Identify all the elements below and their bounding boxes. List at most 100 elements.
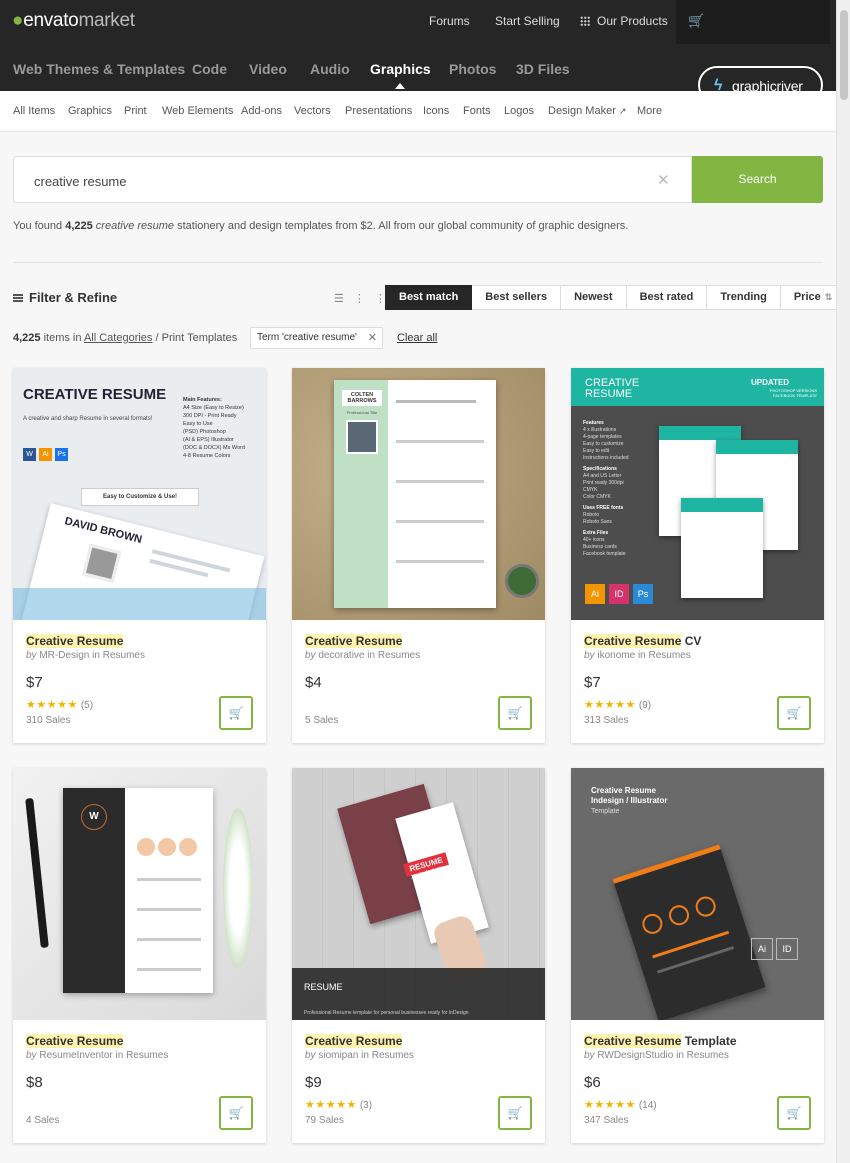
resume-page: [681, 498, 763, 598]
sales-count: 313 Sales: [584, 715, 629, 726]
item-title[interactable]: Creative Resume: [26, 634, 124, 648]
subnav-logos[interactable]: Logos: [504, 105, 534, 117]
item-card[interactable]: CREATIVE RESUME UPDATED PHOTOSHOP VERSIO…: [571, 368, 824, 743]
sort-newest[interactable]: Newest: [561, 285, 627, 310]
author-link[interactable]: decorative: [318, 650, 364, 661]
filter-refine-toggle[interactable]: Filter & Refine: [13, 290, 117, 305]
skill-circles: [137, 838, 197, 856]
all-categories-link[interactable]: All Categories: [84, 332, 152, 344]
thumb-name: DAVID BROWN: [63, 515, 144, 547]
item-title[interactable]: Creative Resume: [305, 634, 403, 648]
subnav-icons[interactable]: Icons: [423, 105, 449, 117]
sort-best-rated[interactable]: Best rated: [626, 285, 708, 310]
add-to-cart-button[interactable]: 🛒: [498, 1096, 532, 1130]
subnav-fonts[interactable]: Fonts: [463, 105, 491, 117]
item-thumbnail[interactable]: CREATIVE RESUME UPDATED PHOTOSHOP VERSIO…: [571, 368, 824, 620]
item-title[interactable]: Creative Resume CV: [584, 634, 701, 648]
author-link[interactable]: ikonome: [597, 650, 635, 661]
subnav-design-maker[interactable]: Design Maker ↗: [548, 105, 626, 117]
search-button[interactable]: Search: [692, 156, 823, 203]
thumb-features: Features 4 x illustrations 4-page templa…: [583, 420, 653, 558]
category-link[interactable]: Resumes: [649, 650, 691, 661]
cart-icon: 🛒: [507, 1106, 523, 1120]
nav-3d-files[interactable]: 3D Files: [516, 61, 570, 77]
in-label: in: [361, 1050, 369, 1061]
item-author-line: by RWDesignStudio in Resumes: [584, 1050, 729, 1061]
text-line: [396, 480, 484, 483]
clear-search-icon[interactable]: ✕: [657, 171, 670, 189]
item-author-line: by ikonome in Resumes: [584, 650, 691, 661]
start-selling-link[interactable]: Start Selling: [495, 14, 560, 28]
item-card[interactable]: Creative Resume Indesign / Illustrator T…: [571, 768, 824, 1143]
subnav-vectors[interactable]: Vectors: [294, 105, 331, 117]
item-card[interactable]: W Creative Resume by ResumeInventor in R…: [13, 768, 266, 1143]
scrollbar-thumb[interactable]: [840, 10, 848, 100]
our-products-link[interactable]: Our Products: [580, 14, 668, 28]
list-view-icon[interactable]: ☰: [334, 293, 354, 305]
item-title[interactable]: Creative Resume: [26, 1034, 124, 1048]
subnav-web-elements[interactable]: Web Elements: [162, 105, 233, 117]
author-link[interactable]: ResumeInventor: [39, 1050, 112, 1061]
nav-audio[interactable]: Audio: [310, 61, 350, 77]
subnav-add-ons[interactable]: Add-ons: [241, 105, 282, 117]
remove-term-icon[interactable]: ✕: [368, 328, 377, 348]
item-thumbnail[interactable]: COLTEN BARROWS Professional Title: [292, 368, 545, 620]
forums-link[interactable]: Forums: [429, 14, 470, 28]
item-price: $6: [584, 1074, 601, 1091]
found-suffix: stationery and design templates from $2.…: [174, 220, 629, 232]
block-title: Specifications: [583, 466, 617, 472]
nav-photos[interactable]: Photos: [449, 61, 496, 77]
category-link[interactable]: Resumes: [687, 1050, 729, 1061]
add-to-cart-button[interactable]: 🛒: [777, 1096, 811, 1130]
word-icon: W: [23, 448, 36, 461]
add-to-cart-button[interactable]: 🛒: [219, 696, 253, 730]
subnav-print[interactable]: Print: [124, 105, 147, 117]
category-link[interactable]: Resumes: [126, 1050, 168, 1061]
page-scrollbar[interactable]: [836, 0, 850, 1163]
nav-graphics[interactable]: Graphics: [370, 61, 431, 89]
subnav-all-items[interactable]: All Items: [13, 105, 55, 117]
indesign-icon: ID: [776, 938, 798, 960]
by-label: by: [305, 650, 316, 661]
category-link[interactable]: Resumes: [103, 650, 145, 661]
category-path: / Print Templates: [155, 332, 238, 344]
subnav-graphics[interactable]: Graphics: [68, 105, 112, 117]
sort-trending[interactable]: Trending: [707, 285, 781, 310]
item-card[interactable]: COLTEN BARROWS Professional Title Creati…: [292, 368, 545, 743]
feature-line: A4 Size (Easy to Resize): [183, 405, 244, 411]
item-author-line: by decorative in Resumes: [305, 650, 420, 661]
by-label: by: [305, 1050, 316, 1061]
nav-code[interactable]: Code: [192, 61, 227, 77]
nav-web-themes[interactable]: Web Themes & Templates: [13, 61, 185, 77]
item-thumbnail[interactable]: W: [13, 768, 266, 1020]
item-card[interactable]: CREATIVE RESUME A creative and sharp Res…: [13, 368, 266, 743]
photoshop-icon: Ps: [55, 448, 68, 461]
author-link[interactable]: siomipan: [318, 1050, 358, 1061]
search-input[interactable]: creative resume ✕: [13, 156, 692, 203]
clear-all-link[interactable]: Clear all: [397, 332, 437, 344]
category-link[interactable]: Resumes: [378, 650, 420, 661]
add-to-cart-button[interactable]: 🛒: [777, 696, 811, 730]
item-title[interactable]: Creative Resume: [305, 1034, 403, 1048]
add-to-cart-button[interactable]: 🛒: [498, 696, 532, 730]
sort-best-match[interactable]: Best match: [385, 285, 473, 310]
item-thumbnail[interactable]: CREATIVE RESUME A creative and sharp Res…: [13, 368, 266, 620]
block-line: 4-page templates: [583, 434, 622, 440]
author-link[interactable]: MR-Design: [39, 650, 89, 661]
item-price: $7: [584, 674, 601, 691]
item-title[interactable]: Creative Resume Template: [584, 1034, 737, 1048]
item-card[interactable]: RESUME JOHN CUBICK RESUME Professional R…: [292, 768, 545, 1143]
subnav-more[interactable]: More: [637, 105, 662, 117]
item-thumbnail[interactable]: Creative Resume Indesign / Illustrator T…: [571, 768, 824, 1020]
add-to-cart-button[interactable]: 🛒: [219, 1096, 253, 1130]
thumb-app-icons: Ai ID: [751, 938, 798, 960]
item-thumbnail[interactable]: RESUME JOHN CUBICK RESUME Professional R…: [292, 768, 545, 1020]
sort-best-sellers[interactable]: Best sellers: [472, 285, 562, 310]
category-link[interactable]: Resumes: [372, 1050, 414, 1061]
envato-market-logo[interactable]: ●envatomarket: [12, 10, 135, 32]
nav-video[interactable]: Video: [249, 61, 287, 77]
author-link[interactable]: RWDesignStudio: [597, 1050, 673, 1061]
page-band: [659, 426, 741, 440]
header-cart-button[interactable]: 🛒: [676, 0, 830, 44]
subnav-presentations[interactable]: Presentations: [345, 105, 412, 117]
